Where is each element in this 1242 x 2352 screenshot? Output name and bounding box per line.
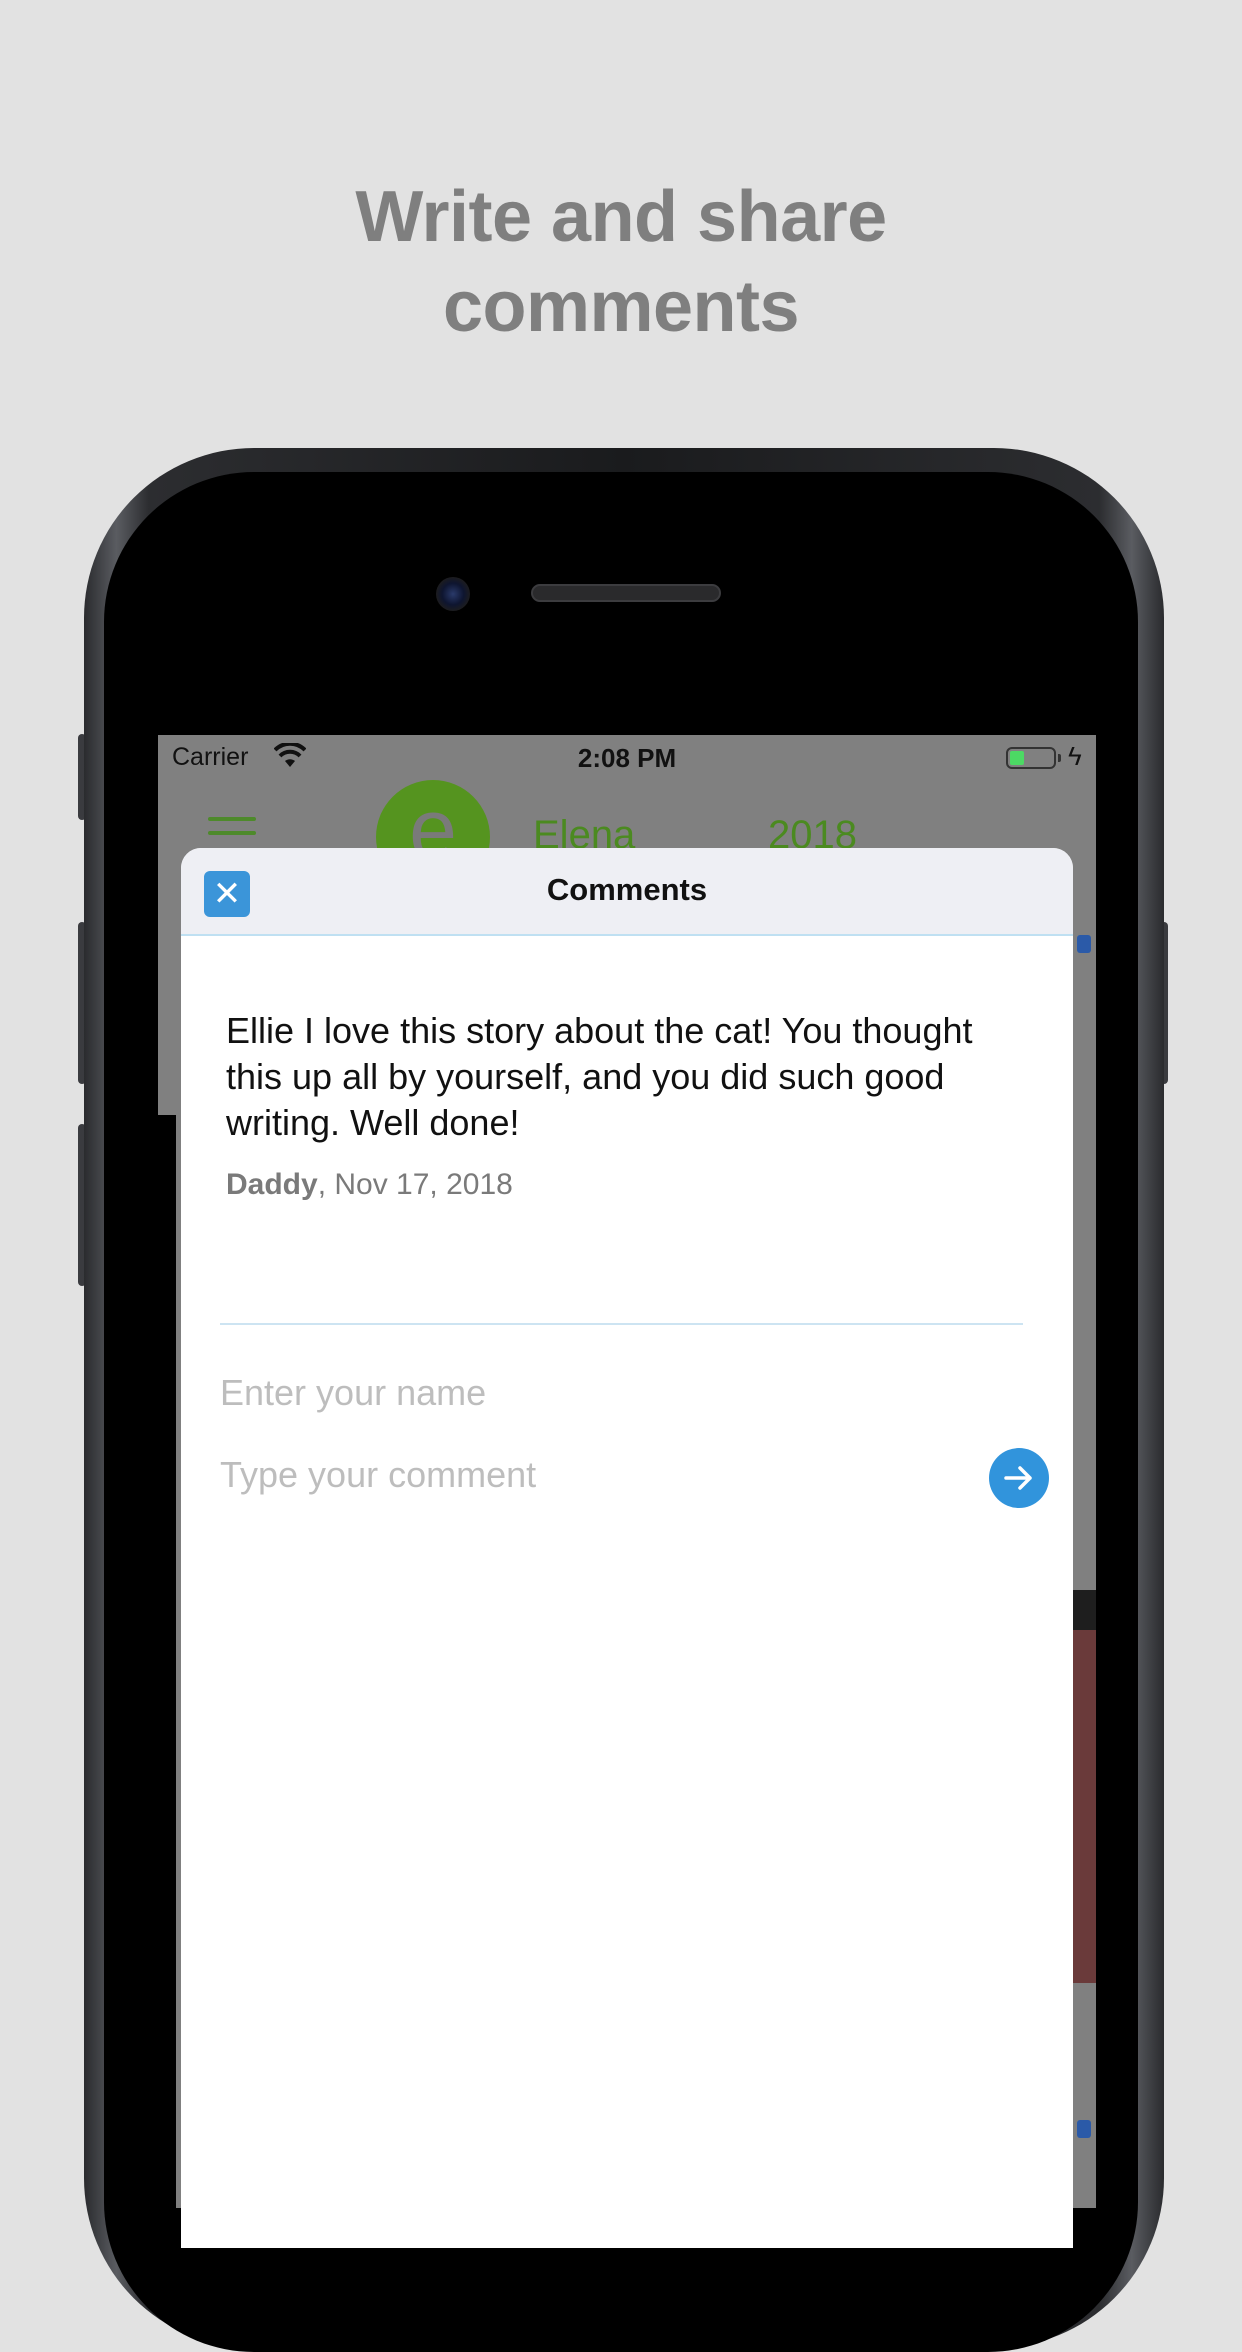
background-link [1077, 2120, 1091, 2138]
hamburger-menu-icon[interactable] [208, 817, 256, 845]
comments-header: ✕ Comments [181, 848, 1073, 936]
status-bar: Carrier 2:08 PM ϟ [158, 735, 1096, 779]
arrow-right-icon [1004, 1466, 1032, 1490]
headline-line-2: comments [442, 267, 800, 347]
comment-text: Ellie I love this story about the cat! Y… [226, 1010, 973, 1143]
send-button[interactable] [989, 1448, 1049, 1508]
charging-icon: ϟ [1068, 741, 1082, 771]
battery-icon [1006, 747, 1056, 769]
comment-author: Daddy [226, 1168, 318, 1201]
comment-meta: Daddy, Nov 17, 2018 [226, 1168, 513, 1202]
comment-input[interactable] [220, 1450, 820, 1500]
background-card-image [1073, 1630, 1096, 1983]
headline: Write and share comments [0, 172, 1242, 352]
headline-line-1: Write and share [355, 177, 887, 257]
background-link [1077, 935, 1091, 953]
name-input[interactable] [220, 1368, 820, 1418]
background-left-edge [158, 1115, 176, 2208]
comments-title: Comments [546, 872, 708, 907]
background-feed-edge [1073, 875, 1096, 2208]
background-card-header [1073, 1590, 1096, 1630]
status-time: 2:08 PM [577, 743, 677, 773]
front-camera [436, 577, 470, 611]
battery-tip [1058, 754, 1061, 762]
earpiece-speaker [531, 584, 721, 602]
divider [220, 1323, 1023, 1325]
comments-sheet: ✕ Comments Ellie I love this story about… [181, 848, 1073, 2248]
comment-date: , Nov 17, 2018 [317, 1168, 513, 1201]
